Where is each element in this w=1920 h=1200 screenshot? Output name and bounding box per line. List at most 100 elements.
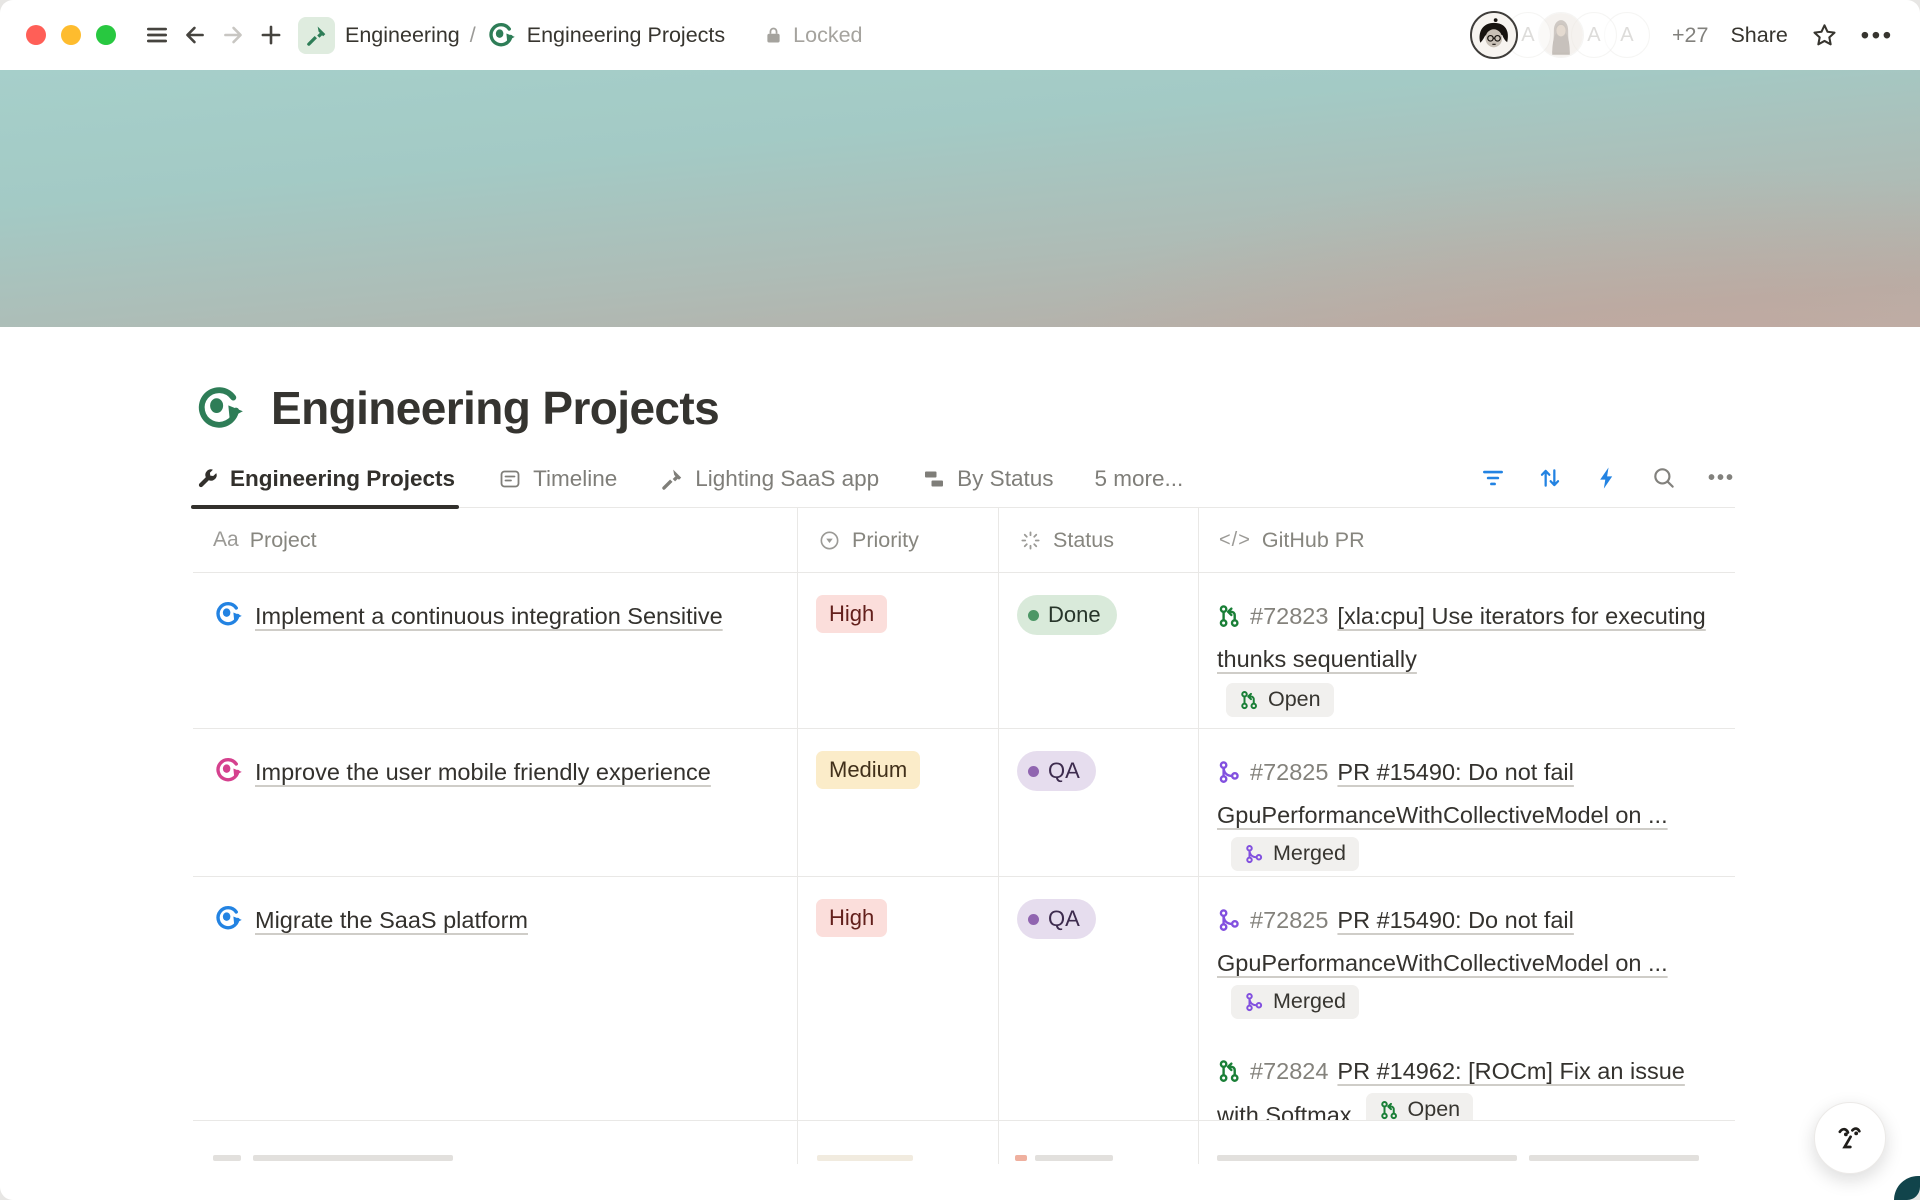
view-options-button[interactable]: ••• [1708, 467, 1735, 490]
column-label: Priority [852, 528, 919, 553]
breadcrumb-current[interactable]: Engineering Projects [527, 23, 725, 48]
forward-button[interactable] [214, 16, 252, 54]
search-button[interactable] [1651, 465, 1677, 491]
arrow-right-icon [220, 22, 246, 48]
github-pr-cell[interactable]: #72823[xla:cpu] Use iterators for execut… [1199, 573, 1735, 728]
minimize-window-button[interactable] [61, 25, 81, 45]
back-button[interactable] [176, 16, 214, 54]
clipped-content [1035, 1155, 1113, 1161]
github-pr-cell[interactable]: #72825PR #15490: Do not fail GpuPerforma… [1199, 877, 1735, 1120]
tab-timeline[interactable]: Timeline [496, 466, 619, 507]
clipped-content [1217, 1155, 1517, 1161]
window-controls [26, 25, 116, 45]
project-swirl-icon [213, 755, 243, 785]
tab-label: Timeline [533, 466, 617, 492]
git-pull-request-icon [1379, 1100, 1399, 1120]
table-row: Improve the user mobile friendly experie… [193, 729, 1735, 877]
plus-icon [258, 22, 284, 48]
project-title-link[interactable]: Migrate the SaaS platform [255, 907, 528, 933]
priority-cell[interactable]: High [798, 573, 999, 728]
locked-toggle[interactable]: Locked [763, 23, 862, 48]
new-page-button[interactable] [252, 16, 290, 54]
zoom-window-button[interactable] [96, 25, 116, 45]
page-title[interactable]: Engineering Projects [271, 381, 719, 435]
automation-button[interactable] [1594, 465, 1620, 491]
project-cell [193, 1121, 798, 1164]
project-swirl-icon [213, 599, 243, 629]
column-header-github-pr[interactable]: </> GitHub PR [1199, 508, 1735, 572]
status-pill[interactable]: QA [1017, 899, 1096, 939]
clipped-content [253, 1155, 453, 1161]
table-header-row: Aa Project Priority Status [193, 508, 1735, 573]
github-pr-cell[interactable]: #72825PR #15490: Do not fail GpuPerforma… [1199, 729, 1735, 876]
pr-state-label: Open [1408, 1099, 1461, 1120]
sidebar-menu-button[interactable] [138, 16, 176, 54]
search-icon [1651, 465, 1677, 491]
lock-icon [763, 25, 784, 46]
more-views-button[interactable]: 5 more... [1094, 466, 1183, 507]
pr-mention[interactable]: #72823[xla:cpu] Use iterators for execut… [1217, 595, 1727, 727]
project-cell[interactable]: Improve the user mobile friendly experie… [193, 729, 798, 876]
pr-mention[interactable]: #72825PR #15490: Do not fail GpuPerforma… [1217, 899, 1727, 1029]
breadcrumb-separator: / [470, 23, 476, 48]
pr-number: #72823 [1250, 603, 1328, 629]
tab-lighting-saas-app[interactable]: Lighting SaaS app [658, 466, 881, 507]
tab-by-status[interactable]: By Status [920, 466, 1055, 507]
pr-number: #72825 [1250, 759, 1328, 785]
collaborator-avatars[interactable]: A A A [1470, 11, 1650, 59]
column-header-priority[interactable]: Priority [798, 508, 999, 572]
priority-tag[interactable]: High [816, 899, 887, 937]
pr-state-label: Open [1268, 689, 1321, 711]
project-cell[interactable]: Migrate the SaaS platform [193, 877, 798, 1120]
page-icon[interactable] [193, 382, 245, 434]
sort-button[interactable] [1537, 465, 1563, 491]
project-cell[interactable]: Implement a continuous integration Sensi… [193, 573, 798, 728]
avatar-letter-label: A [1521, 24, 1534, 47]
page-swirl-icon [486, 20, 516, 50]
cover-image [0, 70, 1920, 327]
column-header-project[interactable]: Aa Project [193, 508, 798, 572]
select-icon [818, 529, 841, 552]
breadcrumb-root-chip[interactable] [298, 17, 335, 54]
table-row-clipped [193, 1121, 1735, 1164]
pr-mention[interactable]: #72825PR #15490: Do not fail GpuPerforma… [1217, 751, 1727, 876]
clipped-content [1529, 1155, 1699, 1161]
status-spinner-icon [1019, 529, 1042, 552]
favorite-button[interactable] [1810, 21, 1839, 50]
close-window-button[interactable] [26, 25, 46, 45]
locked-label: Locked [793, 23, 862, 48]
more-options-button[interactable]: ••• [1861, 22, 1894, 49]
share-button[interactable]: Share [1730, 23, 1787, 48]
text-type-icon: Aa [213, 528, 239, 552]
priority-cell[interactable]: Medium [798, 729, 999, 876]
status-cell[interactable]: Done [999, 573, 1199, 728]
notion-ai-button[interactable] [1814, 1102, 1886, 1174]
pr-state-label: Merged [1273, 991, 1346, 1013]
filter-button[interactable] [1480, 465, 1506, 491]
tab-engineering-projects[interactable]: Engineering Projects [193, 466, 457, 507]
arrow-left-icon [182, 22, 208, 48]
project-title-link[interactable]: Implement a continuous integration Sensi… [255, 603, 723, 629]
status-cell[interactable]: QA [999, 877, 1199, 1120]
tab-label: Lighting SaaS app [695, 466, 879, 492]
column-header-status[interactable]: Status [999, 508, 1199, 572]
project-title-link[interactable]: Improve the user mobile friendly experie… [255, 759, 711, 785]
pr-state-label: Merged [1273, 843, 1346, 865]
ellipsis-icon: ••• [1861, 22, 1894, 49]
avatar-illustrated[interactable] [1470, 11, 1518, 59]
view-tabs-bar: Engineering Projects Timeline Lighting S… [193, 465, 1735, 508]
breadcrumb-root[interactable]: Engineering [345, 23, 460, 48]
avatar-overflow-count[interactable]: +27 [1672, 23, 1708, 48]
hamburger-icon [144, 22, 170, 48]
status-pill[interactable]: Done [1017, 595, 1117, 635]
clipped-content [817, 1155, 913, 1161]
view-toolbar: ••• [1480, 465, 1735, 507]
pr-number: #72825 [1250, 907, 1328, 933]
status-cell[interactable]: QA [999, 729, 1199, 876]
status-pill[interactable]: QA [1017, 751, 1096, 791]
pr-mention[interactable]: #72824PR #14962: [ROCm] Fix an issue wit… [1217, 1050, 1727, 1120]
priority-cell[interactable]: High [798, 877, 999, 1120]
priority-tag[interactable]: Medium [816, 751, 920, 789]
status-label: QA [1048, 758, 1080, 784]
priority-tag[interactable]: High [816, 595, 887, 633]
